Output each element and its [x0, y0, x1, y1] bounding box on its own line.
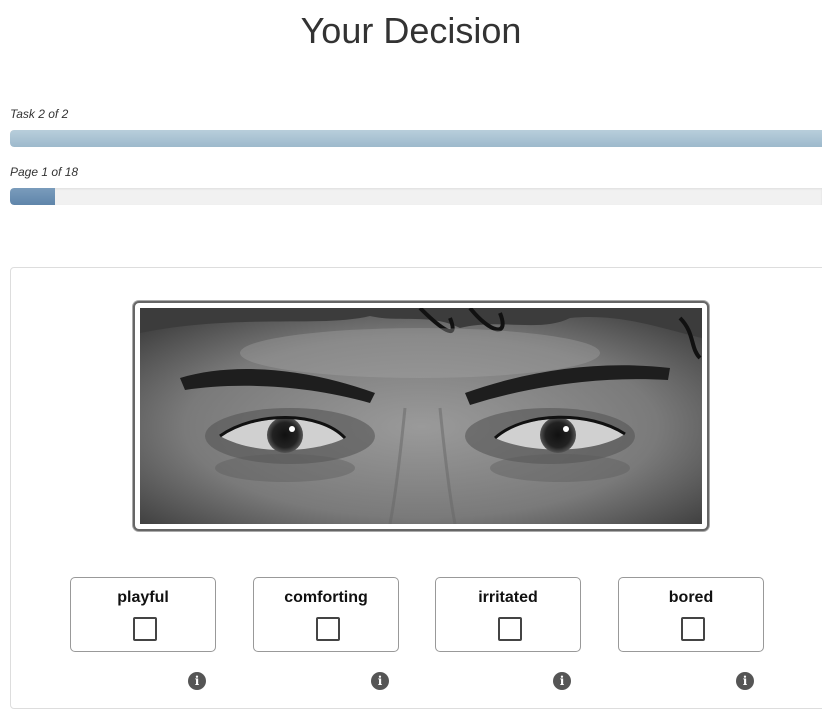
- page-progress-fill: [10, 188, 56, 205]
- task-progress-bar: [10, 130, 822, 147]
- stimulus-image-frame: [133, 301, 709, 531]
- page-progress-label: Page 1 of 18: [10, 165, 79, 179]
- choice-label: comforting: [284, 589, 368, 606]
- checkbox-irritated[interactable]: [498, 617, 522, 641]
- info-icon[interactable]: i: [188, 672, 206, 690]
- info-icon[interactable]: i: [736, 672, 754, 690]
- choice-label: bored: [668, 589, 714, 606]
- page-title: Your Decision: [300, 10, 522, 51]
- checkbox-bored[interactable]: [681, 617, 705, 641]
- checkbox-comforting[interactable]: [316, 617, 340, 641]
- choice-comforting[interactable]: comforting: [253, 577, 399, 652]
- choice-bored[interactable]: bored: [618, 577, 764, 652]
- task-progress-fill: [10, 130, 822, 147]
- choice-label: irritated: [478, 589, 538, 606]
- choice-label: playful: [117, 589, 169, 606]
- checkbox-playful[interactable]: [133, 617, 157, 641]
- choice-playful[interactable]: playful: [70, 577, 216, 652]
- page-progress-bar: [10, 188, 822, 205]
- eyes-photo: [140, 308, 702, 524]
- choice-irritated[interactable]: irritated: [435, 577, 581, 652]
- task-progress-label: Task 2 of 2: [10, 107, 69, 121]
- info-icon[interactable]: i: [371, 672, 389, 690]
- info-icon[interactable]: i: [553, 672, 571, 690]
